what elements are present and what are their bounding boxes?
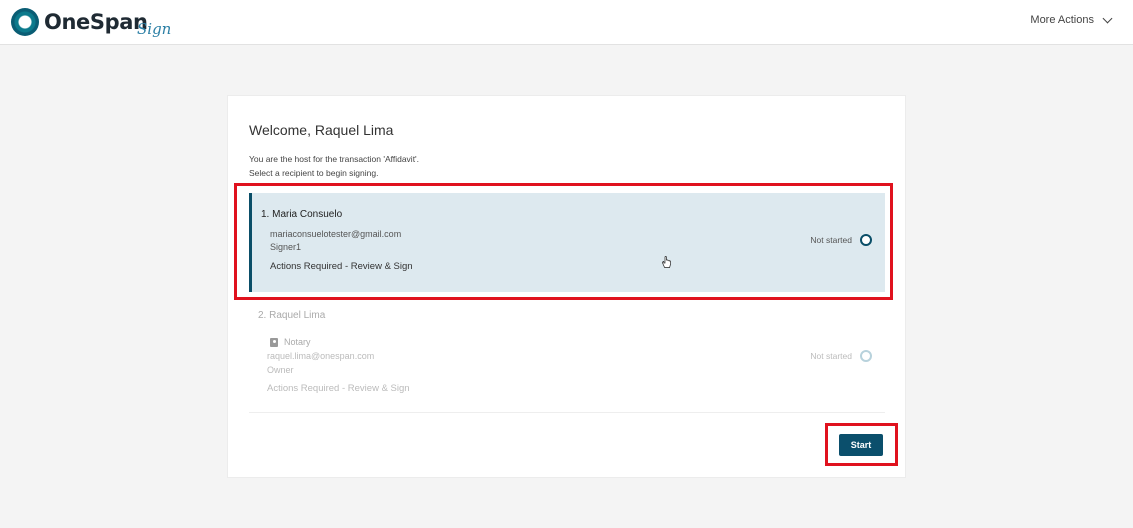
- logo-text: OneSpan: [44, 10, 148, 34]
- more-actions-menu[interactable]: More Actions: [1030, 13, 1113, 26]
- instructions: You are the host for the transaction 'Af…: [249, 152, 419, 180]
- logo-sub-text: Sign: [137, 20, 172, 38]
- recipient-name: 1. Maria Consuelo: [261, 209, 343, 220]
- recipient-radio-button[interactable]: [860, 234, 872, 246]
- recipient-email: raquel.lima@onespan.com: [267, 351, 375, 361]
- instruction-line-1: You are the host for the transaction 'Af…: [249, 154, 420, 164]
- recipient-selection-card: Welcome, Raquel Lima You are the host fo…: [227, 95, 906, 478]
- notary-tag: Notary: [270, 337, 311, 347]
- recipient-item-raquel-lima[interactable]: 2. Raquel Lima Notary raquel.lima@onespa…: [249, 306, 885, 413]
- recipient-item-maria-consuelo[interactable]: 1. Maria Consuelo mariaconsuelotester@gm…: [249, 193, 885, 292]
- recipient-role: Owner: [267, 365, 294, 375]
- onespan-ring-icon: [11, 8, 39, 36]
- recipient-status: Not started: [810, 234, 872, 246]
- recipient-radio-button[interactable]: [860, 350, 872, 362]
- notary-label: Notary: [284, 337, 311, 347]
- hand-pointer-icon: [662, 256, 671, 268]
- recipient-actions: Actions Required - Review & Sign: [267, 383, 410, 394]
- id-badge-icon: [270, 337, 278, 347]
- welcome-title: Welcome, Raquel Lima: [249, 122, 394, 138]
- instruction-line-2: Select a recipient to begin signing.: [249, 168, 379, 178]
- recipient-name: 2. Raquel Lima: [258, 310, 326, 321]
- start-button[interactable]: Start: [839, 434, 883, 456]
- chevron-down-icon: [1102, 13, 1113, 23]
- more-actions-label: More Actions: [1030, 14, 1094, 26]
- recipient-role: Signer1: [270, 242, 302, 252]
- recipient-status: Not started: [810, 350, 872, 362]
- status-text: Not started: [810, 351, 852, 361]
- top-bar: OneSpan Sign More Actions: [0, 0, 1133, 45]
- status-text: Not started: [810, 235, 852, 245]
- recipient-actions: Actions Required - Review & Sign: [270, 261, 413, 272]
- recipient-email: mariaconsuelotester@gmail.com: [270, 229, 402, 239]
